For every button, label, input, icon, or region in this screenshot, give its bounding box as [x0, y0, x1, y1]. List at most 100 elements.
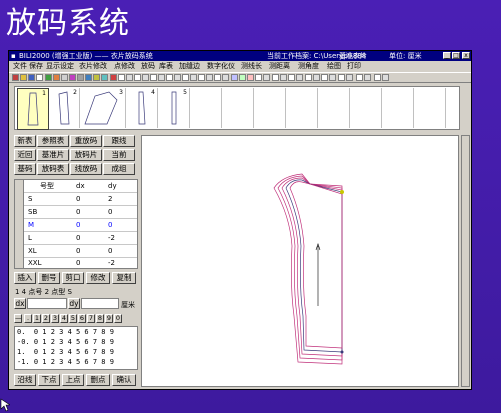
thumbnail-1[interactable]: 1 [17, 88, 49, 130]
thumbnail-empty-11[interactable] [351, 88, 382, 128]
view-icon[interactable] [255, 74, 262, 81]
menu-file[interactable]: 文件 [13, 62, 27, 70]
table-row-selected[interactable]: M 0 0 [24, 219, 137, 232]
key-1[interactable]: 1 [33, 314, 41, 323]
pan-icon[interactable] [61, 74, 68, 81]
table-scrollbar[interactable] [15, 180, 24, 268]
key-4[interactable]: 4 [60, 314, 68, 323]
menu-library[interactable]: 库表 [159, 62, 173, 70]
undo-icon[interactable] [93, 74, 100, 81]
print-icon[interactable] [36, 74, 43, 81]
next-point-button[interactable]: 下点 [38, 374, 60, 386]
save-icon[interactable] [28, 74, 35, 81]
grid-icon[interactable] [231, 74, 238, 81]
open-icon[interactable] [20, 74, 27, 81]
key-9[interactable]: 9 [105, 314, 113, 323]
group-button[interactable]: 成组 [103, 163, 135, 175]
key-dot[interactable]: . [24, 314, 32, 323]
grid-row[interactable]: 0. 0 1 2 3 4 5 6 7 8 9 [17, 328, 114, 337]
grading-table-button[interactable]: 放码表 [37, 163, 69, 175]
help-icon[interactable] [364, 74, 371, 81]
table-row[interactable]: SB 0 0 [24, 206, 137, 219]
prev-point-button[interactable]: 上点 [62, 374, 84, 386]
info-icon[interactable] [346, 74, 353, 81]
table-row[interactable]: S 0 2 [24, 193, 137, 206]
along-line-button[interactable]: 沿线 [14, 374, 36, 386]
new-icon[interactable] [12, 74, 19, 81]
grid-row[interactable]: -0. 0 1 2 3 4 5 6 7 8 9 [17, 338, 114, 347]
canvas-vertical-scrollbar[interactable] [461, 135, 470, 387]
copy-button[interactable]: 复制 [112, 272, 136, 284]
add-point-icon[interactable] [150, 74, 157, 81]
menu-print[interactable]: 打印 [347, 62, 361, 70]
base-piece-button[interactable]: 基准片 [37, 149, 69, 161]
grid-row[interactable]: -1. 0 1 2 3 4 5 6 7 8 9 [17, 358, 114, 367]
new-table-button[interactable]: 新表 [14, 135, 36, 147]
menu-grading[interactable]: 放码 [141, 62, 155, 70]
dx-button[interactable]: dx [14, 298, 26, 309]
frame-icon[interactable] [356, 74, 363, 81]
check-icon[interactable] [296, 74, 303, 81]
select-icon[interactable] [118, 74, 125, 81]
scale-icon[interactable] [288, 74, 295, 81]
grid-row[interactable]: 1. 0 1 2 3 4 5 6 7 8 9 [17, 348, 114, 357]
thumbnail-3[interactable]: 3 [81, 88, 126, 128]
fit-icon[interactable] [263, 74, 270, 81]
mirror-icon[interactable] [142, 74, 149, 81]
notch-button[interactable]: 剪口 [62, 272, 84, 284]
thumbnail-empty-7[interactable] [223, 88, 254, 128]
thumbnail-empty-10[interactable] [319, 88, 350, 128]
line-grading-button[interactable]: 线放码 [70, 163, 102, 175]
menu-point-modify[interactable]: 点修改 [114, 62, 135, 70]
exit-icon[interactable] [382, 74, 389, 81]
align-icon[interactable] [222, 74, 229, 81]
paste-icon[interactable] [85, 74, 92, 81]
join-icon[interactable] [214, 74, 221, 81]
table-row[interactable]: XXL 0 -2 [24, 257, 137, 269]
regrade-button[interactable]: 重放码 [70, 135, 102, 147]
close-button[interactable]: x [462, 52, 470, 59]
key-minus[interactable]: — [14, 314, 22, 323]
thumbnail-5[interactable]: 5 [159, 88, 190, 128]
split-icon[interactable] [206, 74, 213, 81]
copy-icon[interactable] [77, 74, 84, 81]
delete-point-button[interactable]: 删点 [86, 374, 110, 386]
thumbnail-empty-13[interactable] [415, 88, 446, 128]
table-icon[interactable] [305, 74, 312, 81]
maximize-button[interactable]: □ [452, 52, 460, 59]
thumbnail-empty-12[interactable] [383, 88, 414, 128]
minimize-button[interactable]: _ [443, 52, 451, 59]
setup-icon[interactable] [329, 74, 336, 81]
menu-seam-allowance[interactable]: 加缝边 [179, 62, 200, 70]
return-button[interactable]: 近回 [14, 149, 36, 161]
redo-icon[interactable] [101, 74, 108, 81]
thumbnail-2[interactable]: 2 [49, 88, 80, 128]
dy-button[interactable]: dy [68, 298, 80, 309]
insert-button[interactable]: 插入 [14, 272, 36, 284]
thumbnail-empty-8[interactable] [255, 88, 286, 128]
line-icon[interactable] [166, 74, 173, 81]
curve-icon[interactable] [174, 74, 181, 81]
grain-icon[interactable] [190, 74, 197, 81]
delete-size-button[interactable]: 删号 [38, 272, 60, 284]
zoom-icon[interactable] [53, 74, 60, 81]
modify-button[interactable]: 修改 [86, 272, 110, 284]
snap-icon[interactable] [239, 74, 246, 81]
table-row[interactable]: L 0 -2 [24, 232, 137, 245]
graded-piece-button[interactable]: 放码片 [70, 149, 102, 161]
measure-icon[interactable] [198, 74, 205, 81]
rotate-icon[interactable] [134, 74, 141, 81]
mark-icon[interactable] [280, 74, 287, 81]
reference-table-button[interactable]: 参照表 [37, 135, 69, 147]
menu-measure-angle[interactable]: 测角度 [298, 62, 319, 70]
menu-digitizer[interactable]: 数字化仪 [207, 62, 235, 70]
layer-icon[interactable] [247, 74, 254, 81]
remove-point-icon[interactable] [158, 74, 165, 81]
follow-line-button[interactable]: 跟线 [103, 135, 135, 147]
dx-input[interactable] [27, 298, 67, 309]
key-7[interactable]: 7 [87, 314, 95, 323]
key-2[interactable]: 2 [42, 314, 50, 323]
key-6[interactable]: 6 [78, 314, 86, 323]
key-8[interactable]: 8 [96, 314, 104, 323]
menu-piece-modify[interactable]: 衣片修改 [79, 62, 107, 70]
